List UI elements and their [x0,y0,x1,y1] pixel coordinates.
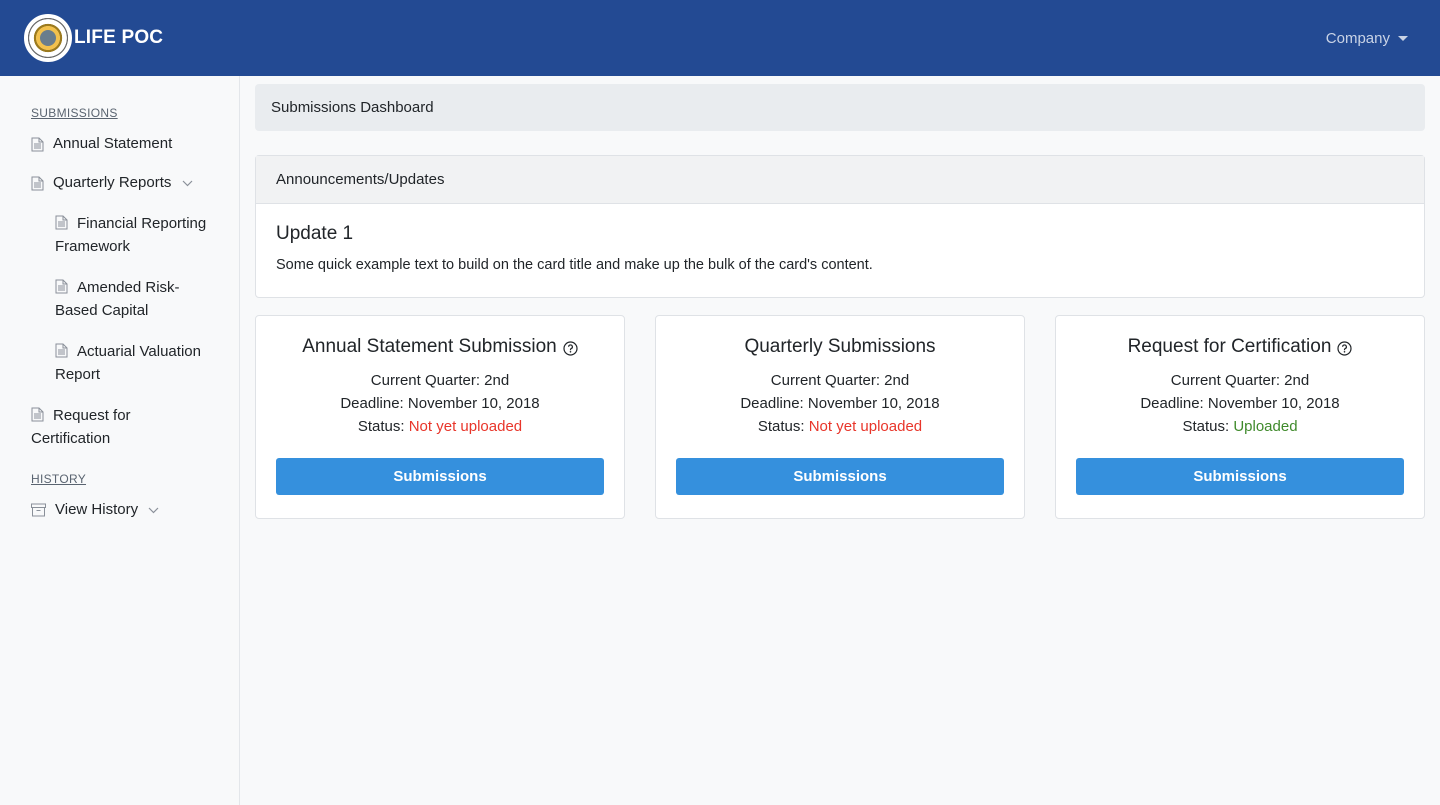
status-line: Status: Not yet uploaded [256,415,624,438]
brand-link[interactable]: LIFE POC [24,14,163,62]
seal-logo [24,14,72,62]
card-quarterly-submissions: Quarterly Submissions Current Quarter: 2… [655,315,1025,519]
sidebar-item-label: Request for Certification [31,407,131,447]
sidebar-item-request-for-certification[interactable]: Request for Certification [0,402,239,450]
sidebar: SUBMISSIONS Annual Statement Quarterly R… [0,76,240,805]
status-value: Uploaded [1233,418,1298,435]
submissions-button[interactable]: Submissions [676,458,1004,495]
sidebar-item-label: Quarterly Reports [53,174,172,191]
company-label: Company [1325,29,1390,47]
help-circle-icon[interactable] [563,341,578,356]
document-icon [31,407,44,422]
deadline: Deadline: November 10, 2018 [1140,395,1340,412]
card-title: Request for Certification [1056,336,1424,358]
sidebar-item-label: Financial Reporting Framework [55,215,207,255]
announcement-title: Update 1 [276,223,354,244]
announcements-header: Announcements/Updates [256,156,1424,204]
sidebar-item-label: View History [55,501,139,518]
card-title: Quarterly Submissions [656,336,1024,358]
card-title-text: Annual Statement Submission [302,336,557,357]
top-navbar: LIFE POC Company [0,0,1440,76]
sidebar-item-view-history[interactable]: View History [0,498,239,521]
status-label: Status: [357,418,405,435]
main-content: Submissions Dashboard Announcements/Upda… [255,84,1425,519]
sidebar-item-amended-risk-based-capital[interactable]: Amended Risk-Based Capital [0,274,239,322]
section-title-submissions: SUBMISSIONS [31,106,118,120]
sidebar-item-financial-reporting-framework[interactable]: Financial Reporting Framework [0,210,239,258]
sidebar-item-quarterly-reports[interactable]: Quarterly Reports [0,171,239,194]
sidebar-item-label: Amended Risk-Based Capital [55,279,180,319]
sidebar-item-annual-statement[interactable]: Annual Statement [0,132,239,155]
status-label: Status: [757,418,805,435]
announcements-card: Announcements/Updates Update 1 Some quic… [255,155,1425,298]
card-request-for-certification: Request for Certification Current Quarte… [1055,315,1425,519]
help-circle-icon[interactable] [1337,341,1353,356]
document-icon [31,137,44,152]
chevron-down-icon [182,180,192,186]
archive-box-icon [31,503,46,517]
page-title: Submissions Dashboard [271,99,434,116]
submissions-button[interactable]: Submissions [1076,458,1404,495]
document-icon [55,215,68,230]
status-line: Status: Not yet uploaded [656,415,1024,438]
deadline: Deadline: November 10, 2018 [740,395,940,412]
card-annual-statement-submission: Annual Statement Submission Current Quar… [255,315,625,519]
card-title-text: Quarterly Submissions [744,336,936,357]
announcements-body: Update 1 Some quick example text to buil… [256,204,1424,297]
current-quarter: Current Quarter: 2nd [770,372,910,389]
section-title-history: HISTORY [31,472,87,486]
status-value: Not yet uploaded [808,418,923,435]
status-line: Status: Uploaded [1056,415,1424,438]
submission-cards: Annual Statement Submission Current Quar… [255,315,1425,519]
status-label: Status: [1182,418,1230,435]
sidebar-item-actuarial-valuation-report[interactable]: Actuarial Valuation Report [0,338,239,386]
document-icon [31,176,44,191]
company-dropdown[interactable]: Company [1326,30,1408,47]
card-title: Annual Statement Submission [256,336,624,358]
card-title-text: Request for Certification [1127,336,1332,357]
document-icon [55,279,68,294]
document-icon [55,343,68,358]
current-quarter: Current Quarter: 2nd [370,372,510,389]
submissions-button[interactable]: Submissions [276,458,604,495]
chevron-down-icon [148,507,159,513]
brand-name: LIFE POC [74,27,164,48]
sidebar-item-label: Actuarial Valuation Report [55,343,201,383]
announcement-text: Some quick example text to build on the … [276,257,873,273]
caret-down-icon [1398,35,1408,41]
deadline: Deadline: November 10, 2018 [340,395,540,412]
sidebar-item-label: Annual Statement [53,135,173,152]
breadcrumb: Submissions Dashboard [255,84,1425,131]
current-quarter: Current Quarter: 2nd [1170,372,1310,389]
status-value: Not yet uploaded [408,418,523,435]
